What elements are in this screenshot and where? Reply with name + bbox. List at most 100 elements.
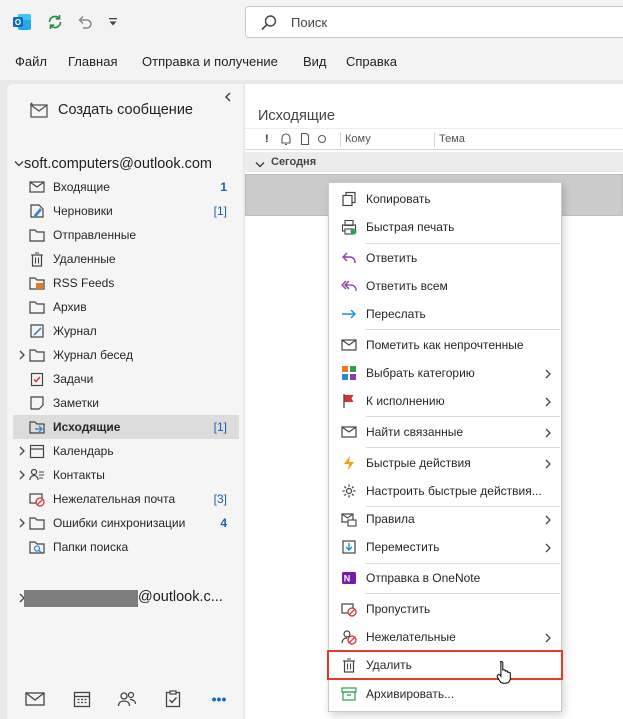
collapse-group-icon[interactable] [255,158,265,168]
mouse-cursor-icon [496,660,512,684]
menu-help[interactable]: Справка [346,54,397,69]
menu-copy[interactable]: Копировать [329,186,561,212]
quick-print-icon [340,218,358,236]
junk-icon [340,628,358,646]
group-header-today[interactable]: Сегодня [245,152,623,172]
copy-icon [340,190,358,208]
account-header[interactable]: soft.computers@outlook.com [14,156,212,172]
expand-chevron-icon[interactable] [18,517,26,529]
folder-label: Заметки [53,396,99,410]
folder-calendar[interactable]: Календарь [13,439,239,463]
quick-steps-icon [340,454,358,472]
menu-label: Быстрая печать [366,220,455,234]
folder-label: Удаленные [53,252,116,266]
new-message-button[interactable]: Создать сообщение [30,100,230,120]
folder-notes[interactable]: Заметки [13,391,239,415]
expand-chevron-icon[interactable] [18,469,26,481]
menu-forward[interactable]: Переслать [329,301,561,327]
delete-icon [340,656,358,674]
journal-icon [29,323,45,339]
more-icon[interactable]: ••• [208,688,230,710]
folder-search-folders[interactable]: Папки поиска [13,535,239,559]
folder-drafts[interactable]: Черновики [1] [13,199,239,223]
folder-conversation-history[interactable]: Журнал бесед [13,343,239,367]
menu-file[interactable]: Файл [15,54,47,69]
second-account-header[interactable]: @outlook.c... [13,587,239,609]
menu-junk[interactable]: Нежелательные [329,624,561,650]
menu-find-related[interactable]: Найти связанные [329,419,561,445]
column-divider [340,132,341,147]
folder-label: Черновики [53,204,113,218]
people-icon[interactable] [116,688,138,710]
folder-sync-issues[interactable]: Ошибки синхронизации 4 [13,511,239,535]
folder-label: RSS Feeds [53,276,115,290]
folder-label: Журнал бесед [53,348,133,362]
menu-label: Найти связанные [366,425,464,439]
drafts-icon [29,203,45,219]
undo-icon[interactable] [74,11,96,33]
folder-deleted[interactable]: Удаленные [13,247,239,271]
menu-quick-steps[interactable]: Быстрые действия [329,450,561,476]
menu-quick-print[interactable]: Быстрая печать [329,214,561,240]
folder-outbox[interactable]: Исходящие [1] [13,415,239,439]
expand-chevron-icon[interactable] [18,349,26,361]
search-box[interactable]: Поиск [245,6,623,38]
menu-send-receive[interactable]: Отправка и получение [142,54,278,69]
expand-chevron-icon[interactable] [18,445,26,457]
folder-inbox[interactable]: Входящие 1 [13,175,239,199]
rules-icon [340,510,358,528]
reply-icon [340,249,358,267]
folder-journal[interactable]: Журнал [13,319,239,343]
menu-archive[interactable]: Архивировать... [329,681,561,707]
folder-junk[interactable]: Нежелательная почта [3] [13,487,239,511]
rss-folder-icon [29,275,45,291]
customize-toolbar-icon[interactable] [102,11,124,33]
ignore-icon [340,600,358,618]
menu-send-to-onenote[interactable]: N Отправка в OneNote [329,565,561,591]
folder-tasks[interactable]: Задачи [13,367,239,391]
folder-label: Исходящие [53,420,121,434]
flag-column-icon[interactable] [317,132,327,149]
menu-label: Правила [366,512,415,526]
menu-label: Настроить быстрые действия... [366,484,542,498]
folder-archive[interactable]: Архив [13,295,239,319]
folder-rss[interactable]: RSS Feeds [13,271,239,295]
archive-icon [340,685,358,703]
calendar-icon[interactable] [71,688,93,710]
column-divider [434,132,435,147]
reminder-column-icon[interactable] [280,132,292,149]
folder-sent[interactable]: Отправленные [13,223,239,247]
menu-view[interactable]: Вид [303,54,327,69]
menu-reply-all[interactable]: Ответить всем [329,273,561,299]
menu-move[interactable]: Переместить [329,534,561,560]
menu-separator [366,329,560,330]
tasks-icon[interactable] [162,688,184,710]
submenu-arrow-icon [545,458,551,469]
menu-categorize[interactable]: Выбрать категорию [329,360,561,386]
svg-text:N: N [344,574,351,584]
menu-rules[interactable]: Правила [329,506,561,532]
folder-label: Архив [53,300,87,314]
menu-label: Переслать [366,307,426,321]
menu-label: Ответить всем [366,279,448,293]
reply-all-icon [340,277,358,295]
to-column[interactable]: Кому [345,133,371,145]
folder-label: Ошибки синхронизации [53,516,186,530]
submenu-arrow-icon [545,396,551,407]
search-folder-icon [29,539,45,555]
menu-ignore[interactable]: Пропустить [329,596,561,622]
sync-icon[interactable] [44,11,66,33]
mail-icon[interactable] [24,688,46,710]
menu-reply[interactable]: Ответить [329,245,561,271]
subject-column[interactable]: Тема [439,133,465,145]
menu-delete[interactable]: Удалить [327,650,563,680]
menu-home[interactable]: Главная [68,54,117,69]
importance-column[interactable]: ! [265,133,269,145]
menu-follow-up[interactable]: К исполнению [329,388,561,414]
folder-count: 4 [220,516,227,530]
folder-count: 1 [220,180,227,194]
menu-mark-unread[interactable]: Пометить как непрочтенные [329,332,561,358]
folder-contacts[interactable]: Контакты [13,463,239,487]
attachment-column-icon[interactable] [300,132,310,149]
menu-manage-quick-steps[interactable]: Настроить быстрые действия... [329,478,561,504]
